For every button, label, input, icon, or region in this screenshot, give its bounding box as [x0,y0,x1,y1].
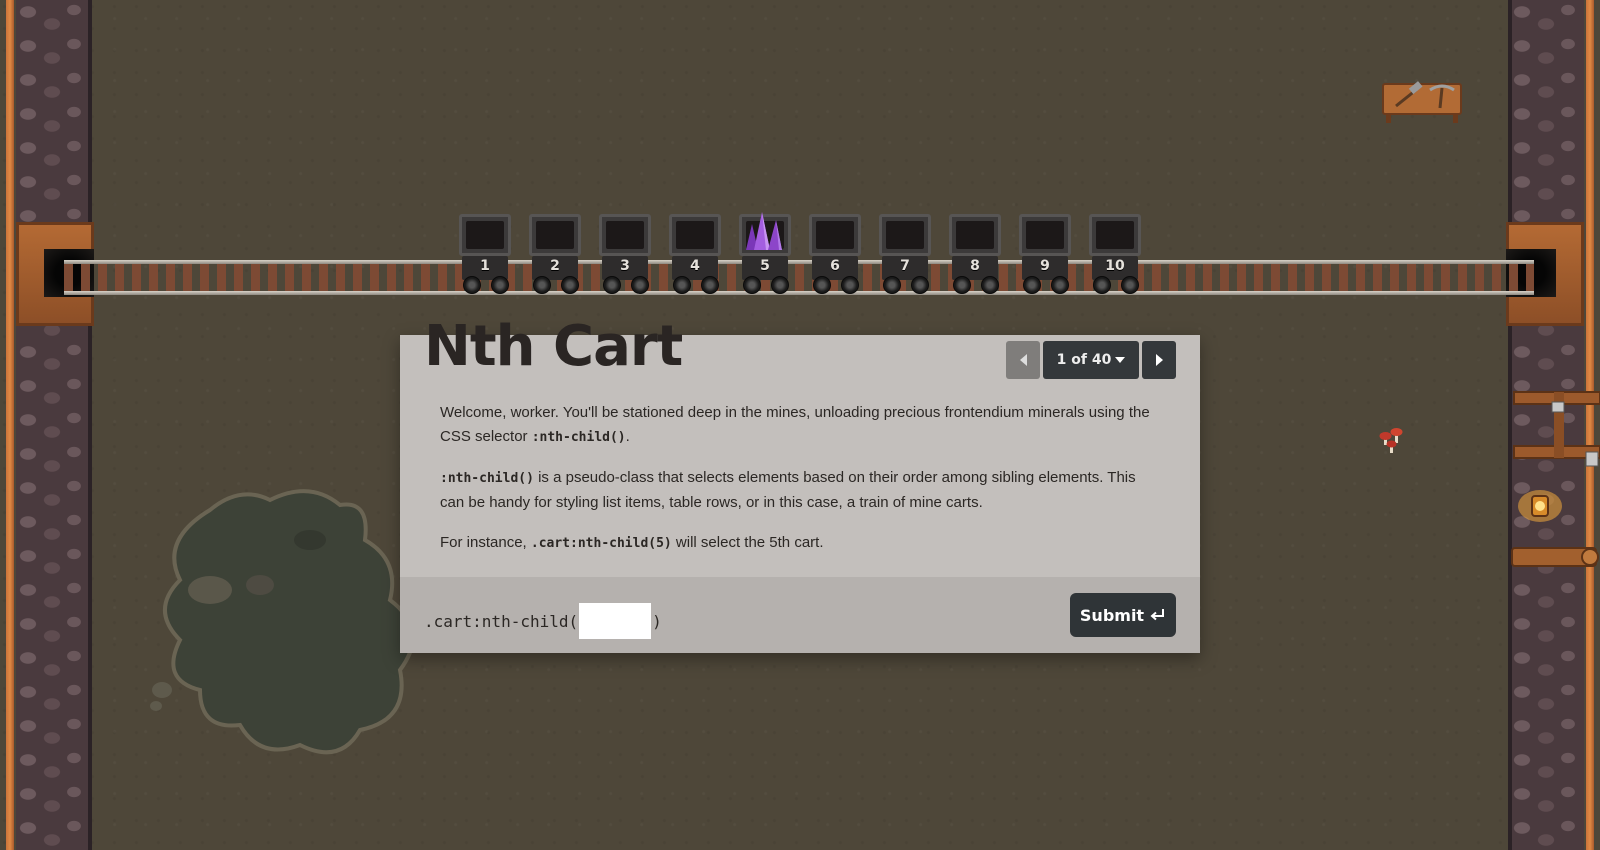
level-panel: Nth Cart 1 of 40 Welcome, worker. You'll… [400,319,1200,653]
level-progress: 1 of 40 [1056,352,1112,368]
code-snippet: :nth-child() [440,471,534,486]
cart-number: 6 [830,258,840,274]
game-scene: 1 2 3 4 5 6 7 8 9 10 Nth Cart 1 of 40 We… [0,0,1600,850]
cart-number: 4 [690,258,700,274]
mine-cart: 9 [1018,214,1072,294]
left-wall-edge [88,0,92,850]
wooden-scaffold-icon [1513,391,1600,467]
cart-number: 8 [970,258,980,274]
wooden-log-icon [1511,547,1599,567]
mine-cart: 10 [1088,214,1142,294]
rail-track [64,256,1534,300]
level-select-dropdown[interactable]: 1 of 40 [1043,341,1139,379]
cart-number: 7 [900,258,910,274]
answer-bar: .cart:nth-child( ) Submit [400,577,1200,653]
submit-label: Submit [1079,605,1145,625]
selector-suffix: ) [652,611,662,631]
previous-level-button[interactable] [1006,341,1040,379]
instruction-paragraph: :nth-child() is a pseudo-class that sele… [440,469,1136,511]
selector-code: .cart:nth-child( ) [424,603,662,639]
mushrooms-icon [1379,428,1403,453]
mine-cart: 4 [668,214,722,294]
mine-cart: 7 [878,214,932,294]
left-rock-wall [16,0,90,850]
next-level-button[interactable] [1142,341,1176,379]
code-snippet: .cart:nth-child(5) [530,536,672,551]
level-title: Nth Cart [424,314,683,379]
mine-cart: 6 [808,214,862,294]
workbench-with-tools-icon [1382,81,1462,123]
instructions: Welcome, worker. You'll be stationed dee… [440,401,1160,572]
chevron-down-icon [1115,357,1126,363]
puddle-decoration [150,489,415,755]
cart-number: 3 [620,258,630,274]
submit-button[interactable]: Submit [1070,593,1176,637]
lantern-icon [1518,490,1562,522]
instruction-paragraph: Welcome, worker. You'll be stationed dee… [440,404,1150,445]
chevron-left-icon [1019,354,1027,366]
purple-crystal-icon [746,212,782,250]
mine-cart: 2 [528,214,582,294]
selector-prefix: .cart:nth-child( [424,611,579,631]
code-snippet: :nth-child() [531,430,626,445]
mine-cart: 3 [598,214,652,294]
mine-cart: 8 [948,214,1002,294]
cart-number: 10 [1105,258,1125,274]
left-wall-trim [6,0,14,850]
mine-cart-with-crystal: 5 [738,212,792,294]
mine-cart: 1 [458,214,512,294]
answer-input[interactable] [579,603,652,639]
cart-number: 9 [1040,258,1050,274]
chevron-right-icon [1155,354,1163,366]
cart-number: 2 [550,258,560,274]
cart-number: 5 [760,258,770,274]
cart-number: 1 [480,258,490,274]
instruction-paragraph: For instance, .cart:nth-child(5) will se… [440,534,824,551]
enter-key-icon [1150,609,1165,621]
